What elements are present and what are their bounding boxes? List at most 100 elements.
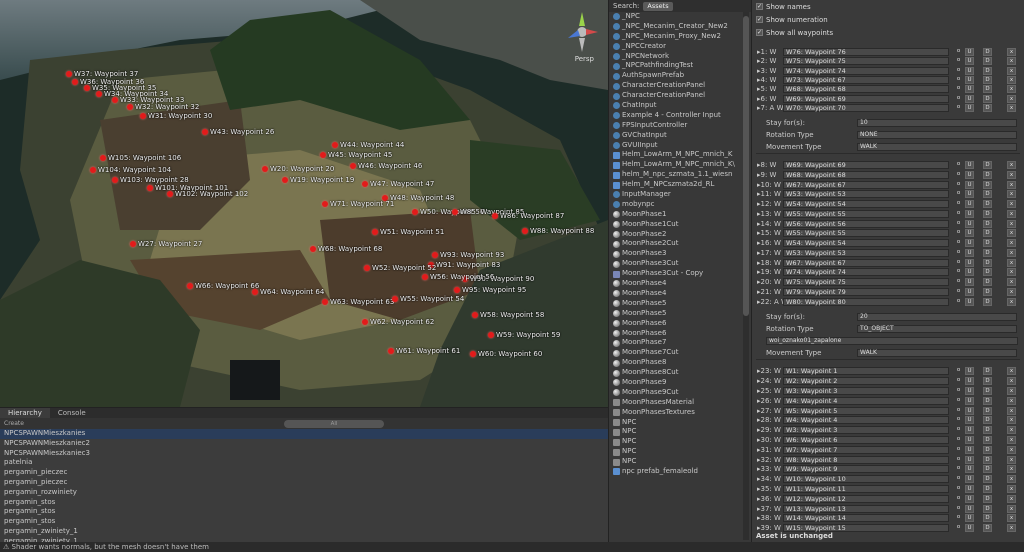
waypoint-marker[interactable] bbox=[332, 142, 338, 148]
waypoint-row[interactable]: ▸29: W W3: Waypoint 3 oUDx bbox=[752, 425, 1024, 435]
move-up-button[interactable]: U bbox=[965, 66, 974, 75]
remove-button[interactable]: x bbox=[1007, 103, 1016, 112]
waypoint-marker[interactable] bbox=[130, 241, 136, 247]
waypoint-row[interactable]: ▸33: W W9: Waypoint 9 oUDx bbox=[752, 464, 1024, 474]
waypoint-marker[interactable] bbox=[422, 274, 428, 280]
select-button[interactable]: o bbox=[954, 367, 963, 375]
move-down-button[interactable]: D bbox=[983, 66, 992, 75]
waypoint-marker[interactable] bbox=[167, 191, 173, 197]
select-button[interactable]: o bbox=[954, 377, 963, 385]
select-button[interactable]: o bbox=[954, 200, 963, 208]
select-button[interactable]: o bbox=[954, 387, 963, 395]
asset-item[interactable]: _NPC bbox=[613, 12, 743, 22]
move-down-button[interactable]: D bbox=[983, 426, 992, 435]
select-button[interactable]: o bbox=[954, 259, 963, 267]
assets-scrollbar[interactable] bbox=[743, 12, 749, 540]
waypoint-marker[interactable] bbox=[112, 97, 118, 103]
move-down-button[interactable]: D bbox=[983, 229, 992, 238]
assets-filter-button[interactable]: Assets bbox=[643, 1, 673, 11]
waypoint-row[interactable]: ▸30: W W6: Waypoint 6 oUDx bbox=[752, 435, 1024, 445]
asset-item[interactable]: InputManager bbox=[613, 190, 743, 200]
waypoint-field[interactable]: W67: Waypoint 67 bbox=[783, 258, 949, 267]
hierarchy-item[interactable]: pergamin_pieczec bbox=[4, 468, 608, 478]
asset-item[interactable]: MoonPhase1 bbox=[613, 210, 743, 220]
waypoint-field[interactable]: W15: Waypoint 15 bbox=[783, 524, 949, 533]
remove-button[interactable]: x bbox=[1007, 209, 1016, 218]
waypoint-field[interactable]: W4: Waypoint 4 bbox=[783, 396, 949, 405]
asset-item[interactable]: NPC bbox=[613, 418, 743, 428]
asset-item[interactable]: Example 4 - Controller Input bbox=[613, 111, 743, 121]
waypoint-row[interactable]: ▸9: W W68: Waypoint 68 o U Dx bbox=[752, 170, 1024, 180]
asset-item[interactable]: helm_M_npc_szmata_1.1_wiesn bbox=[613, 170, 743, 180]
waypoint-row[interactable]: ▸17: W W53: Waypoint 53 o U Dx bbox=[752, 248, 1024, 258]
asset-item[interactable]: NPC bbox=[613, 457, 743, 467]
select-button[interactable]: o bbox=[954, 475, 963, 483]
checkbox[interactable]: ✓ bbox=[756, 3, 763, 10]
asset-item[interactable]: MoonPhase6 bbox=[613, 319, 743, 329]
move-down-button[interactable]: D bbox=[983, 85, 992, 94]
waypoint-row[interactable]: ▸32: W W8: Waypoint 8 oUDx bbox=[752, 455, 1024, 465]
remove-button[interactable]: x bbox=[1007, 386, 1016, 395]
move-up-button[interactable]: U bbox=[965, 377, 974, 386]
waypoint-row[interactable]: ▸12: W W54: Waypoint 54 o U Dx bbox=[752, 199, 1024, 209]
waypoint-field[interactable]: W74: Waypoint 74 bbox=[783, 268, 949, 277]
asset-item[interactable]: MoonPhasesTextures bbox=[613, 408, 743, 418]
waypoint-field[interactable]: W10: Waypoint 10 bbox=[783, 475, 949, 484]
move-up-button[interactable]: U bbox=[965, 57, 974, 66]
move-up-button[interactable]: U bbox=[965, 287, 974, 296]
waypoint-row[interactable]: ▸20: W W75: Waypoint 75 o U Dx bbox=[752, 277, 1024, 287]
waypoint-field[interactable]: W55: Waypoint 55 bbox=[783, 229, 949, 238]
asset-item[interactable]: MoonPhase5 bbox=[613, 299, 743, 309]
waypoint-field[interactable]: W68: Waypoint 68 bbox=[783, 85, 949, 94]
move-down-button[interactable]: D bbox=[983, 287, 992, 296]
hierarchy-item[interactable]: pergamin_rozwiniety bbox=[4, 488, 608, 498]
property-value[interactable]: 20 bbox=[857, 313, 1017, 322]
waypoint-field[interactable]: W13: Waypoint 13 bbox=[783, 504, 949, 513]
asset-item[interactable]: FPSInputController bbox=[613, 121, 743, 131]
waypoint-field[interactable]: W4: Waypoint 4 bbox=[783, 416, 949, 425]
waypoint-marker[interactable] bbox=[112, 177, 118, 183]
remove-button[interactable]: x bbox=[1007, 190, 1016, 199]
select-button[interactable]: o bbox=[954, 524, 963, 532]
asset-item[interactable]: AuthSpawnPrefab bbox=[613, 71, 743, 81]
waypoint-row[interactable]: ▸25: W W3: Waypoint 3 oUDx bbox=[752, 386, 1024, 396]
waypoint-marker[interactable] bbox=[96, 91, 102, 97]
move-up-button[interactable]: U bbox=[965, 219, 974, 228]
select-button[interactable]: o bbox=[954, 181, 963, 189]
waypoint-field[interactable]: W70: Waypoint 70 bbox=[783, 103, 949, 112]
select-button[interactable]: o bbox=[954, 298, 963, 306]
move-up-button[interactable]: U bbox=[965, 426, 974, 435]
select-button[interactable]: o bbox=[954, 407, 963, 415]
waypoint-field[interactable]: W8: Waypoint 8 bbox=[783, 455, 949, 464]
checkbox[interactable]: ✓ bbox=[756, 16, 763, 23]
remove-button[interactable]: x bbox=[1007, 287, 1016, 296]
waypoint-marker[interactable] bbox=[452, 209, 458, 215]
waypoint-row[interactable]: ▸28: W W4: Waypoint 4 oUDx bbox=[752, 415, 1024, 425]
remove-button[interactable]: x bbox=[1007, 94, 1016, 103]
move-down-button[interactable]: D bbox=[983, 94, 992, 103]
option-toggle[interactable]: ✓ Show all waypoints bbox=[752, 26, 1024, 39]
asset-item[interactable]: MoonPhasesMaterial bbox=[613, 398, 743, 408]
waypoint-field[interactable]: W53: Waypoint 53 bbox=[783, 190, 949, 199]
move-down-button[interactable]: D bbox=[983, 48, 992, 56]
remove-button[interactable]: x bbox=[1007, 465, 1016, 474]
asset-item[interactable]: MoonPhase7Cut bbox=[613, 348, 743, 358]
waypoint-row[interactable]: ▸26: W W4: Waypoint 4 oUDx bbox=[752, 396, 1024, 406]
hierarchy-item[interactable]: NPCSPAWNMieszkaniec2 bbox=[4, 439, 608, 449]
move-up-button[interactable]: U bbox=[965, 386, 974, 395]
asset-item[interactable]: Helm_M_NPCszmata2d_RL bbox=[613, 180, 743, 190]
select-button[interactable]: o bbox=[954, 104, 963, 112]
hierarchy-item[interactable]: patelnia bbox=[4, 458, 608, 468]
select-button[interactable]: o bbox=[954, 288, 963, 296]
waypoint-row[interactable]: ▸11: W W53: Waypoint 53 o U Dx bbox=[752, 189, 1024, 199]
move-down-button[interactable]: D bbox=[983, 396, 992, 405]
hierarchy-item[interactable]: pergamin_stos bbox=[4, 498, 608, 508]
select-button[interactable]: o bbox=[954, 48, 963, 56]
asset-item[interactable]: Helm_LowArm_M_NPC_mnich_K\ bbox=[613, 160, 743, 170]
asset-item[interactable]: GVChatInput bbox=[613, 131, 743, 141]
move-down-button[interactable]: D bbox=[983, 75, 992, 84]
select-button[interactable]: o bbox=[954, 446, 963, 454]
waypoint-field[interactable]: W53: Waypoint 53 bbox=[783, 248, 949, 257]
waypoint-field[interactable]: W6: Waypoint 6 bbox=[783, 435, 949, 444]
waypoint-field[interactable]: W7: Waypoint 7 bbox=[783, 445, 949, 454]
